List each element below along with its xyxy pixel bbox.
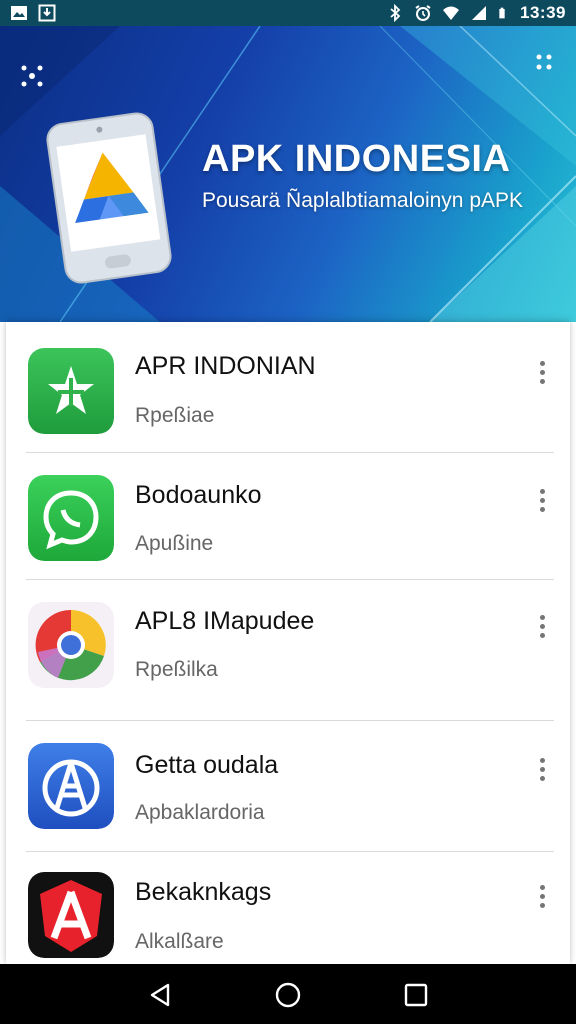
app-name: Getta oudala [135,751,279,779]
status-time: 13:39 [520,3,566,22]
battery-icon [499,7,505,19]
list-item[interactable]: APR INDONIAN Rpeßiae [6,322,570,452]
alarm-icon [415,5,431,21]
red-a-icon [28,872,114,958]
app-name: Bodoaunko [135,481,262,509]
list-item[interactable]: Bekaknkags Alkalßare [6,852,570,964]
image-notification-icon [11,6,27,20]
download-notification-icon [38,4,56,22]
app-name: Bekaknkags [135,878,272,906]
list-item[interactable]: Bodoaunko Apußine [6,453,570,579]
overflow-menu-icon[interactable] [532,882,552,910]
status-left [10,4,56,22]
navigation-bar [0,964,576,1024]
app-name: APL8 IMapudee [135,607,315,635]
status-bar: 13:39 [0,0,576,26]
back-icon[interactable] [146,980,176,1010]
phone-drive-illustration [46,112,172,284]
status-right: 13:39 [386,3,566,23]
app-name: APR INDONIAN [135,352,316,380]
overflow-menu-icon[interactable] [532,486,552,514]
app-subtitle: Rpeßilka [135,658,218,681]
chrome-style-icon [28,602,114,688]
bluetooth-icon [390,4,401,22]
blue-compass-icon [28,743,114,829]
app-subtitle: Rpeßiae [135,404,215,427]
overflow-menu-icon[interactable] [532,358,552,386]
app-subtitle: Alkalßare [135,930,224,953]
signal-icon [472,6,487,20]
list-item[interactable]: Getta oudala Apbaklardoria [6,721,570,851]
recents-icon[interactable] [401,980,431,1010]
green-star-icon [28,348,114,434]
app-subtitle: Apbaklardoria [135,801,265,824]
home-icon[interactable] [273,980,303,1010]
banner-subtitle: Pousarä Ñaplalbtiamaloinyn pAPK [202,189,524,212]
list-item[interactable]: APL8 IMapudee Rpeßilka [6,580,570,720]
wifi-icon [443,6,460,20]
banner-more-icon[interactable] [534,50,554,76]
share-icon[interactable] [18,62,46,90]
overflow-menu-icon[interactable] [532,755,552,783]
app-list: APR INDONIAN Rpeßiae Bodoaunko Apußine A… [6,322,570,964]
app-subtitle: Apußine [135,532,214,555]
overflow-menu-icon[interactable] [532,612,552,640]
banner-title: APK INDONESIA [202,138,511,180]
green-chat-icon [28,475,114,561]
header-banner: APK INDONESIA Pousarä Ñaplalbtiamaloinyn… [0,26,576,322]
